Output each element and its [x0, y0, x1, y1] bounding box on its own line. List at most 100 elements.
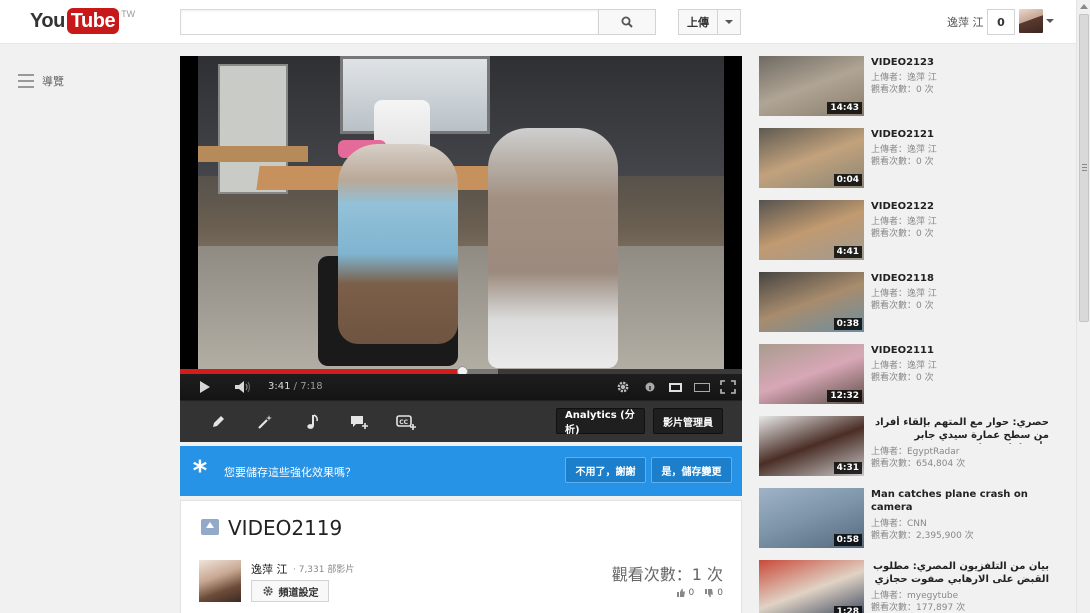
play-button[interactable] — [190, 374, 220, 400]
annotations-button[interactable] — [642, 374, 658, 400]
duration-badge: 14:43 — [827, 102, 862, 114]
channel-avatar[interactable] — [199, 560, 241, 602]
magic-wand-icon — [258, 415, 272, 429]
related-video-views: 觀看次數：2,395,900 次 — [871, 531, 974, 541]
current-time: 3:41 — [268, 381, 291, 392]
related-video-item[interactable]: 12:32 VIDEO2111 上傳者：逸萍 江觀看次數：0 次 — [759, 344, 1059, 406]
related-video-views: 觀看次數：0 次 — [871, 373, 934, 383]
related-video-uploader: 上傳者：逸萍 江 — [871, 73, 937, 83]
fullscreen-icon — [720, 380, 736, 394]
related-video-item[interactable]: 14:43 VIDEO2123 上傳者：逸萍 江觀看次數：0 次 — [759, 56, 1059, 118]
dislike-button[interactable]: 0 — [704, 588, 723, 598]
asterisk-icon: * — [192, 454, 208, 487]
related-video-title[interactable]: VIDEO2123 — [871, 56, 1049, 69]
related-video-item[interactable]: 0:04 VIDEO2121 上傳者：逸萍 江觀看次數：0 次 — [759, 128, 1059, 190]
related-video-item[interactable]: 4:31 حصري: حوار مع المتهم بإلقاء أفراد من… — [759, 416, 1059, 478]
related-video-uploader: 上傳者：EgyptRadar — [871, 447, 960, 457]
search-input[interactable] — [180, 9, 599, 35]
scroll-grip-line — [1082, 167, 1087, 168]
masthead: You Tube TW 上傳 逸萍 江 0 — [0, 0, 1090, 44]
channel-video-count[interactable]: · 7,331 部影片 — [293, 562, 354, 575]
upload-menu-button[interactable] — [717, 9, 741, 35]
related-video-item[interactable]: 0:38 VIDEO2118 上傳者：逸萍 江觀看次數：0 次 — [759, 272, 1059, 334]
duration-badge: 12:32 — [827, 390, 862, 402]
like-dislike-bar: 0 0 — [676, 588, 723, 598]
related-video-views: 觀看次數：0 次 — [871, 157, 934, 167]
related-video-title[interactable]: VIDEO2118 — [871, 272, 1049, 285]
video-player[interactable]: 3:41 / 7:18 — [180, 56, 742, 400]
related-video-title[interactable]: VIDEO2122 — [871, 200, 1049, 213]
channel-settings-button[interactable]: 頻道設定 — [251, 580, 329, 602]
duration-badge: 0:38 — [833, 318, 862, 330]
save-enhancement-button[interactable]: 是，儲存變更 — [651, 457, 732, 483]
scroll-grip-line — [1082, 164, 1087, 165]
related-video-uploader: 上傳者：逸萍 江 — [871, 289, 937, 299]
large-player-button[interactable] — [692, 374, 712, 400]
settings-button[interactable] — [614, 374, 632, 400]
related-video-title[interactable]: حصري: حوار مع المتهم بإلقاء أفراد من سطح… — [871, 416, 1049, 444]
upload-button[interactable]: 上傳 — [678, 9, 718, 35]
view-count: 觀看次數：1 次 — [611, 565, 723, 584]
speech-bubble-add-icon — [351, 416, 368, 429]
related-video-uploader: 上傳者：逸萍 江 — [871, 217, 937, 227]
related-video-item[interactable]: 0:58 Man catches plane crash on camera 上傳者… — [759, 488, 1059, 550]
video-scene-person — [338, 144, 458, 344]
user-avatar[interactable] — [1019, 9, 1043, 33]
analytics-button[interactable]: Analytics (分析) — [556, 408, 645, 436]
thumbs-down-icon — [705, 589, 714, 598]
scrollbar-thumb[interactable] — [1079, 14, 1089, 322]
related-video-title[interactable]: VIDEO2111 — [871, 344, 1049, 357]
video-thumbnail[interactable]: 14:43 — [759, 56, 864, 116]
captions-button[interactable]: CC — [396, 412, 416, 432]
video-thumbnail[interactable]: 4:41 — [759, 200, 864, 260]
scroll-up-arrow-icon[interactable] — [1080, 4, 1088, 9]
video-thumbnail[interactable]: 4:31 — [759, 416, 864, 476]
username-label[interactable]: 逸萍 江 — [947, 14, 984, 30]
related-video-uploader: 上傳者：逸萍 江 — [871, 145, 937, 155]
small-player-button[interactable] — [666, 374, 684, 400]
related-video-item[interactable]: 4:41 VIDEO2122 上傳者：逸萍 江觀看次數：0 次 — [759, 200, 1059, 262]
like-button[interactable]: 0 — [676, 588, 694, 598]
notification-count-button[interactable]: 0 — [987, 9, 1015, 35]
search-icon — [621, 16, 633, 28]
related-video-title[interactable]: Man catches plane crash on camera — [871, 488, 1049, 514]
enhancements-button[interactable] — [255, 412, 275, 432]
video-thumbnail[interactable]: 0:58 — [759, 488, 864, 548]
channel-settings-label: 頻道設定 — [278, 587, 319, 599]
video-info-panel: VIDEO2119 逸萍 江 · 7,331 部影片 頻道設定 觀看次數：1 次… — [180, 500, 742, 613]
duration-badge: 0:58 — [833, 534, 862, 546]
duration-badge: 1:28 — [833, 606, 862, 613]
duration-badge: 0:04 — [833, 174, 862, 186]
search-button[interactable] — [598, 9, 656, 35]
decline-enhancement-button[interactable]: 不用了，謝謝 — [565, 457, 646, 483]
volume-button[interactable] — [232, 374, 254, 400]
video-thumbnail[interactable]: 12:32 — [759, 344, 864, 404]
music-note-icon — [307, 414, 318, 429]
video-thumbnail[interactable]: 0:04 — [759, 128, 864, 188]
video-thumbnail[interactable]: 1:28 — [759, 560, 864, 613]
annotations-edit-button[interactable] — [349, 412, 369, 432]
fullscreen-button[interactable] — [718, 374, 738, 400]
related-video-uploader: 上傳者：逸萍 江 — [871, 361, 937, 371]
edit-info-button[interactable] — [208, 412, 228, 432]
related-video-title[interactable]: بيان من التلفزيون المصري: مطلوب القبض عل… — [871, 560, 1049, 586]
video-frame[interactable] — [198, 56, 724, 370]
volume-icon — [235, 381, 251, 393]
audio-button[interactable] — [302, 412, 322, 432]
channel-owner-name[interactable]: 逸萍 江 — [251, 561, 288, 577]
youtube-logo[interactable]: You Tube TW — [30, 8, 135, 34]
guide-button[interactable]: 導覽 — [18, 73, 64, 89]
page-scrollbar[interactable] — [1076, 0, 1090, 613]
duration-time: 7:18 — [300, 381, 323, 392]
account-menu-chevron-icon[interactable] — [1046, 19, 1054, 23]
related-video-views: 觀看次數：0 次 — [871, 229, 934, 239]
related-video-views: 觀看次數：654,804 次 — [871, 459, 966, 469]
related-video-item[interactable]: 1:28 بيان من التلفزيون المصري: مطلوب القب… — [759, 560, 1059, 613]
video-manager-button[interactable]: 影片管理員 — [653, 408, 723, 434]
video-title: VIDEO2119 — [228, 516, 343, 540]
creator-edit-toolbar: CC Analytics (分析) 影片管理員 — [180, 400, 742, 442]
video-thumbnail[interactable]: 0:38 — [759, 272, 864, 332]
logo-you-text: You — [30, 10, 65, 32]
related-video-title[interactable]: VIDEO2121 — [871, 128, 1049, 141]
logo-region-text: TW — [121, 9, 136, 19]
